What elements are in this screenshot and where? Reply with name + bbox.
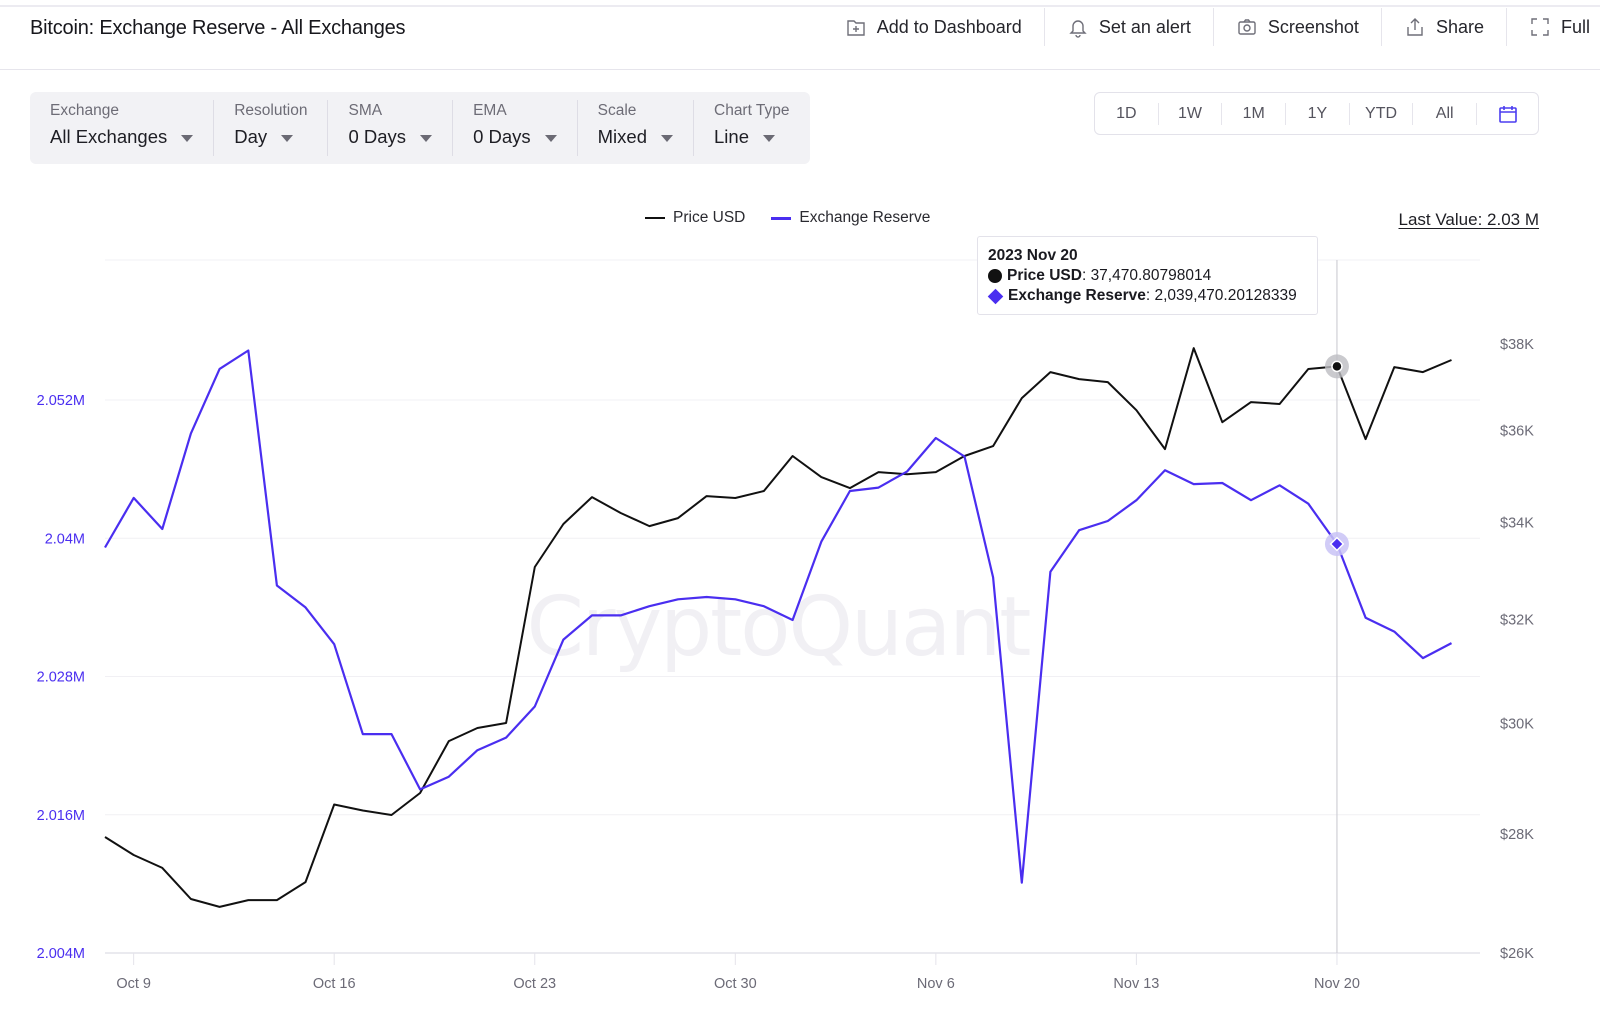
tooltip-reserve-value: : 2,039,470.20128339 [1145,287,1297,304]
tooltip-reserve-row: Exchange Reserve: 2,039,470.20128339 [987,286,1307,306]
y-left-tick-label: 2.028M [37,670,85,686]
y-left-tick-label: 2.052M [37,393,85,409]
y-right-tick-label: $28K [1500,827,1534,843]
watermark: CryptoQuant [527,580,1031,675]
x-tick-label: Nov 20 [1314,976,1360,992]
y-right-tick-label: $36K [1500,424,1534,440]
y-right-tick-label: $30K [1500,716,1534,732]
x-tick-label: Nov 6 [917,976,955,992]
x-tick-label: Oct 9 [116,976,151,992]
legend-price-label: Price USD [673,209,746,226]
x-tick-label: Oct 16 [313,976,356,992]
price-hover-marker [1331,360,1343,373]
tooltip-reserve-label: Exchange Reserve [1008,287,1146,304]
x-tick-label: Oct 30 [714,976,757,992]
price-swatch [645,217,665,219]
tooltip-price-value: : 37,470.80798014 [1081,267,1212,284]
tooltip-date: 2023 Nov 20 [988,247,1078,264]
diamond-marker-icon [987,288,1004,304]
y-left-tick-label: 2.004M [37,946,85,962]
y-left-tick-label: 2.016M [37,808,85,824]
legend: Price USD Exchange Reserve [645,209,930,227]
tooltip-price-label: Price USD [1007,267,1082,284]
legend-item-reserve[interactable]: Exchange Reserve [771,209,930,227]
chart-tooltip: 2023 Nov 20 Price USD: 37,470.80798014 E… [977,236,1318,315]
reserve-swatch [771,216,792,220]
x-tick-label: Nov 13 [1113,976,1159,992]
y-right-tick-label: $38K [1500,337,1534,353]
last-value: Last Value: 2.03 M [1398,210,1540,229]
x-tick-label: Oct 23 [513,976,556,992]
legend-reserve-label: Exchange Reserve [799,209,931,226]
y-left-tick-label: 2.04M [45,531,85,547]
tooltip-price-row: Price USD: 37,470.80798014 [988,266,1307,286]
circle-marker-icon [988,269,1002,283]
legend-item-price[interactable]: Price USD [645,209,745,227]
y-right-tick-label: $26K [1500,946,1534,962]
y-right-tick-label: $32K [1500,613,1534,629]
y-right-tick-label: $34K [1500,515,1534,531]
chart-canvas: CryptoQuant 2.004M 2.016M 2.028M 2.04M 2.052… [37,259,1534,992]
